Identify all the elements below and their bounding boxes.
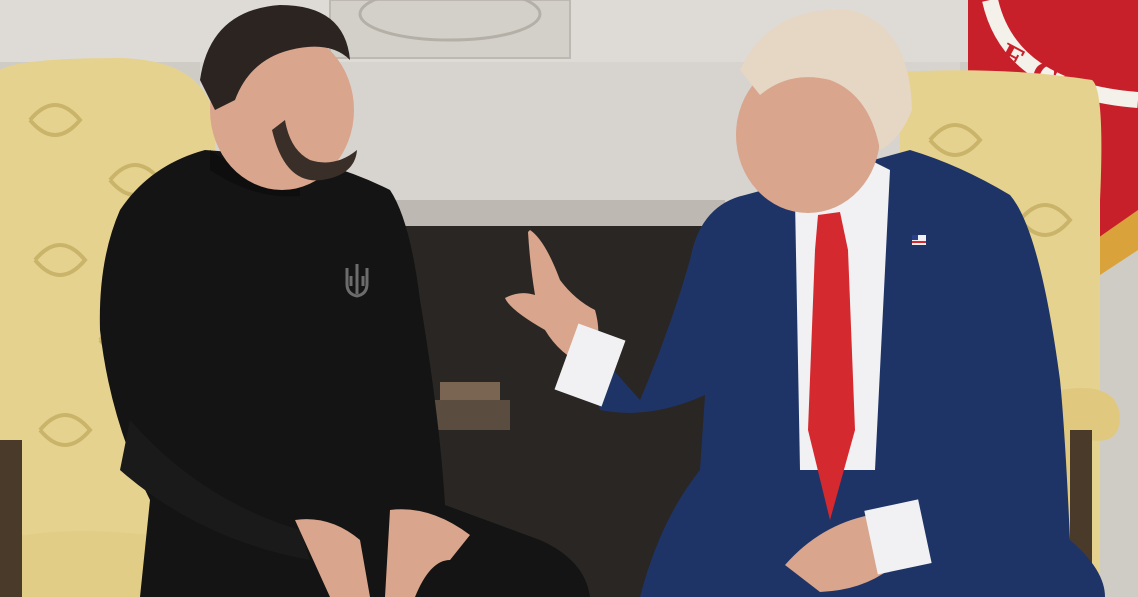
photo-illustration: E CO <box>0 0 1138 597</box>
left-armchair-frame <box>0 440 22 597</box>
fireplace-grate <box>430 400 510 430</box>
fireplace-logs <box>440 382 500 400</box>
left-armchair-seat <box>0 531 150 597</box>
fireplace-lintel <box>395 200 725 226</box>
mantel-frieze <box>329 0 571 59</box>
photo-scene: E CO <box>0 0 1138 597</box>
flag-pin-icon <box>912 235 926 245</box>
